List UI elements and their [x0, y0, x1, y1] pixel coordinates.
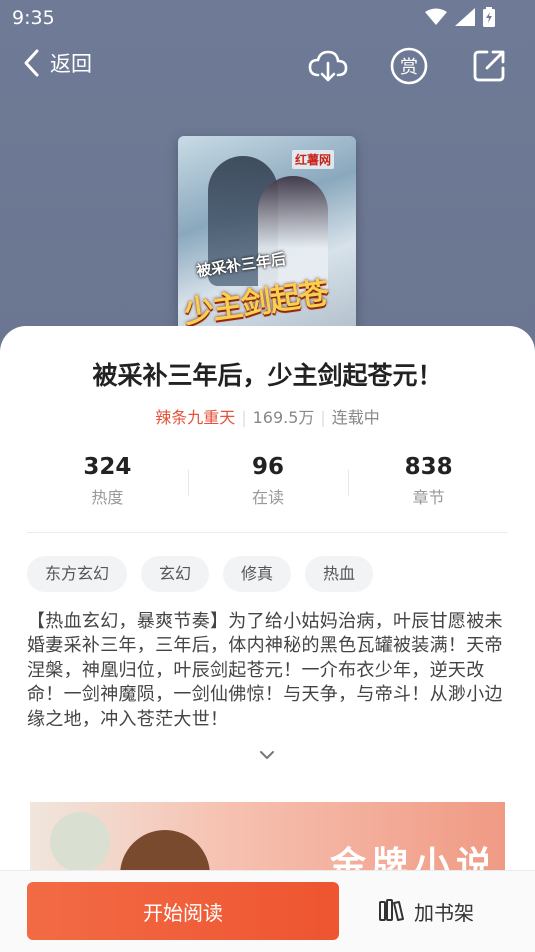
chevron-left-icon: [24, 49, 39, 77]
status-icons: [425, 7, 495, 27]
bottom-action-bar: 开始阅读 加书架: [0, 870, 535, 952]
tag-item[interactable]: 修真: [223, 556, 292, 592]
bookshelf-icon: [379, 899, 404, 921]
tag-list: 东方玄幻 玄幻 修真 热血: [27, 556, 374, 592]
stat-popularity: 324 热度: [27, 454, 188, 514]
tag-item[interactable]: 玄幻: [141, 556, 210, 592]
start-reading-button[interactable]: 开始阅读: [27, 882, 339, 940]
book-title: 被采补三年后，少主剑起苍元！: [92, 361, 443, 390]
nav-bar: 返回 赏: [0, 40, 535, 92]
book-status: 连载中: [331, 408, 380, 427]
cover-publisher-logo: 红薯网: [291, 150, 334, 169]
expand-description-button[interactable]: [256, 744, 278, 766]
meta-separator: |: [320, 408, 326, 427]
reward-icon: 赏: [390, 47, 428, 85]
book-description: 【热血玄幻，暴爽节奏】为了给小姑妈治病，叶辰甘愿被未婚妻采补三年，三年后，体内神…: [27, 611, 503, 730]
share-button[interactable]: [469, 46, 509, 86]
book-meta: 辣条九重天 | 169.5万 | 连载中: [0, 404, 535, 428]
back-button[interactable]: 返回: [22, 48, 92, 78]
add-to-shelf-label: 加书架: [414, 900, 474, 925]
stat-value: 324: [83, 454, 132, 480]
signal-icon: [455, 8, 475, 26]
stat-value: 838: [404, 454, 453, 480]
back-label: 返回: [50, 52, 92, 76]
stat-label: 在读: [252, 488, 285, 507]
tag-item[interactable]: 东方玄幻: [27, 556, 128, 592]
book-detail-sheet: 被采补三年后，少主剑起苍元！ 辣条九重天 | 169.5万 | 连载中 324 热度 9…: [0, 326, 535, 951]
divider: [27, 532, 508, 533]
add-to-shelf-button[interactable]: 加书架: [378, 882, 474, 940]
stat-value: 96: [252, 454, 285, 480]
chevron-down-icon: [260, 751, 274, 759]
stat-label: 热度: [91, 488, 124, 507]
book-word-count: 169.5万: [252, 408, 315, 427]
book-author[interactable]: 辣条九重天: [155, 408, 235, 427]
stat-readers: 96 在读: [187, 454, 349, 514]
wifi-icon: [425, 8, 447, 25]
stat-label: 章节: [412, 488, 445, 507]
banner-decoration: [50, 812, 110, 872]
tag-item[interactable]: 热血: [305, 556, 374, 592]
book-stats: 324 热度 96 在读 838 章节: [27, 454, 509, 514]
battery-icon: [483, 7, 495, 27]
stat-chapters[interactable]: 838 章节: [348, 454, 509, 514]
download-cloud-icon: [308, 50, 348, 82]
reward-button[interactable]: 赏: [389, 46, 429, 86]
meta-separator: |: [241, 408, 247, 427]
status-time: 9:35: [12, 7, 55, 29]
book-cover[interactable]: 红薯网 被采补三年后 少主剑起苍元!: [178, 136, 356, 356]
download-button[interactable]: [308, 46, 348, 86]
share-icon: [473, 50, 505, 82]
status-bar: 9:35: [0, 0, 535, 36]
svg-text:赏: 赏: [400, 57, 418, 78]
